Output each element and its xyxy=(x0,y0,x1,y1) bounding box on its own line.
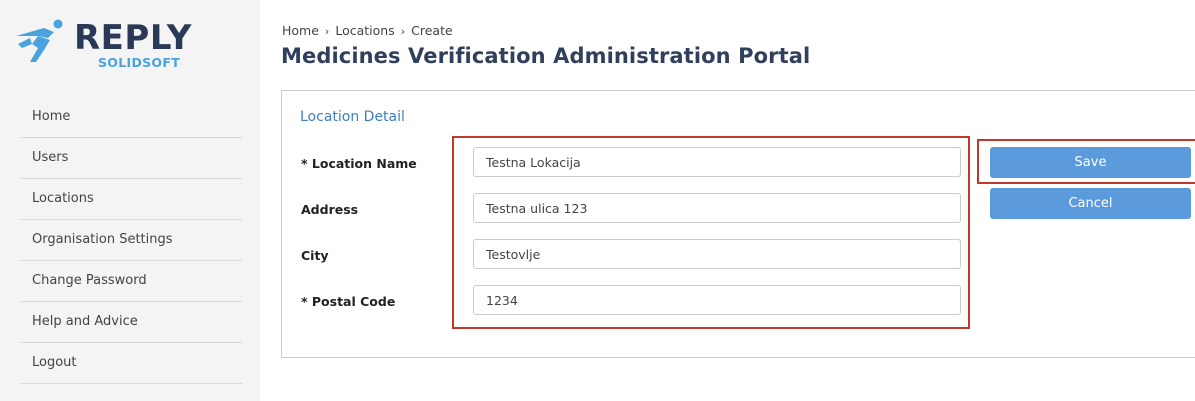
logo-wordmark: REPLY xyxy=(74,18,192,58)
city-label: City xyxy=(301,248,329,263)
location-name-field[interactable] xyxy=(473,147,961,177)
sidebar-item-change-password[interactable]: Change Password xyxy=(20,261,242,302)
breadcrumb-separator-icon: › xyxy=(400,25,406,38)
sidebar-item-help-and-advice[interactable]: Help and Advice xyxy=(20,302,242,343)
address-field[interactable] xyxy=(473,193,961,223)
breadcrumb: Home › Locations › Create xyxy=(282,23,453,38)
save-button[interactable]: Save xyxy=(990,147,1191,178)
breadcrumb-locations[interactable]: Locations xyxy=(335,23,394,38)
city-field[interactable] xyxy=(473,239,961,269)
breadcrumb-home[interactable]: Home xyxy=(282,23,319,38)
runner-logo-icon xyxy=(16,19,63,62)
breadcrumb-separator-icon: › xyxy=(324,25,330,38)
address-label: Address xyxy=(301,202,359,217)
page-title: Medicines Verification Administration Po… xyxy=(281,44,811,68)
sidebar-item-logout[interactable]: Logout xyxy=(20,343,242,384)
reply-solidsoft-logo[interactable]: REPLY SOLIDSOFT xyxy=(14,14,214,74)
location-detail-panel: Location Detail * Location Name Address … xyxy=(281,90,1195,358)
location-name-label: * Location Name xyxy=(301,156,417,171)
sidebar-nav: Home Users Locations Organisation Settin… xyxy=(20,97,242,384)
sidebar-item-organisation-settings[interactable]: Organisation Settings xyxy=(20,220,242,261)
cancel-button[interactable]: Cancel xyxy=(990,188,1191,219)
sidebar-item-home[interactable]: Home xyxy=(20,97,242,138)
postal-code-field[interactable] xyxy=(473,285,961,315)
sidebar: REPLY SOLIDSOFT Home Users Locations Org… xyxy=(0,0,260,401)
logo-subtitle: SOLIDSOFT xyxy=(98,55,181,70)
section-title: Location Detail xyxy=(300,109,405,125)
sidebar-item-users[interactable]: Users xyxy=(20,138,242,179)
breadcrumb-create: Create xyxy=(411,23,453,38)
sidebar-item-locations[interactable]: Locations xyxy=(20,179,242,220)
postal-code-label: * Postal Code xyxy=(301,294,396,309)
